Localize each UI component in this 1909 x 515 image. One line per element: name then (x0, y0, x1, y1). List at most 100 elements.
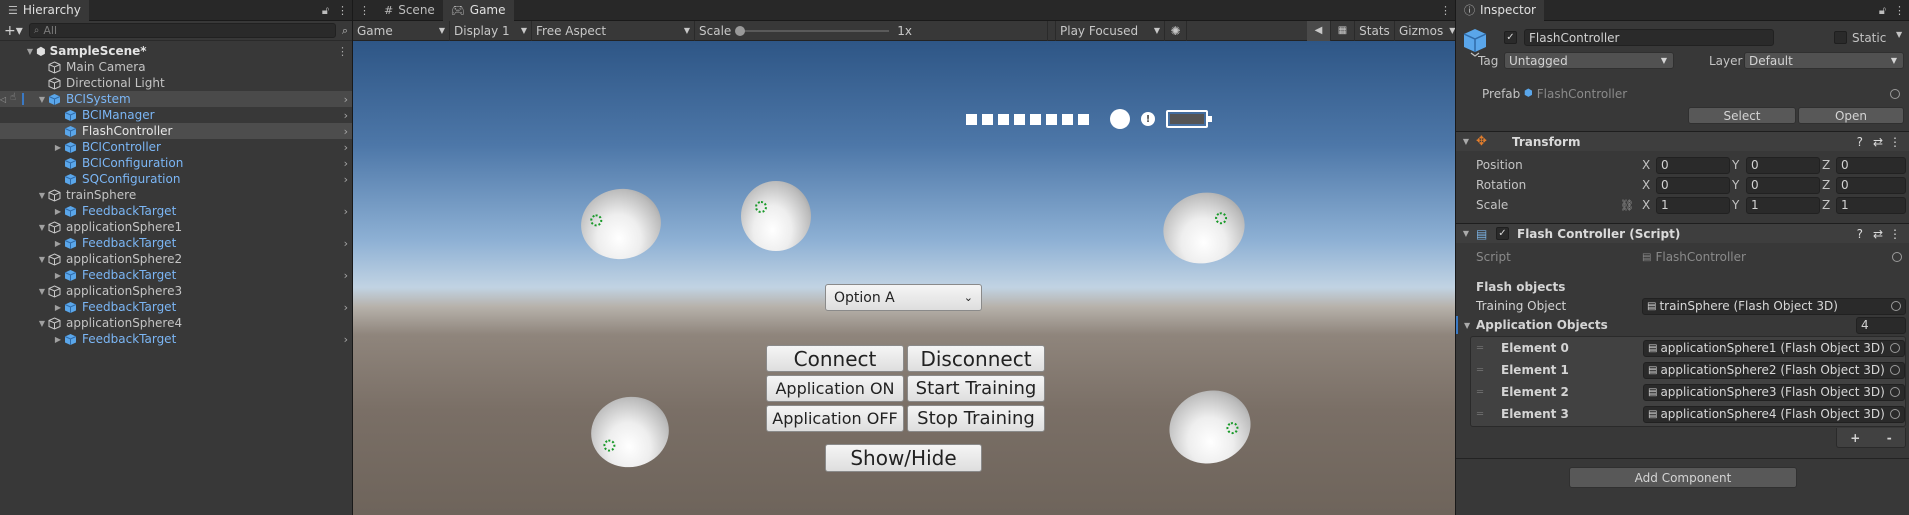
tab-scene[interactable]: # Scene (376, 0, 443, 21)
prefab-asset-field[interactable]: ⬢ FlashController (1524, 85, 1904, 102)
disconnect-button[interactable]: Disconnect (907, 345, 1045, 372)
chevron-right-icon[interactable]: › (344, 301, 348, 314)
chevron-right-icon[interactable]: › (344, 93, 348, 106)
game-viewport[interactable]: ! Option A ⌄ Connect Disconnect Applicat… (353, 41, 1455, 515)
element-object-field[interactable]: ▤ applicationSphere1 (Flash Object 3D) (1643, 339, 1905, 357)
element-object-field[interactable]: ▤ applicationSphere4 (Flash Object 3D) (1643, 405, 1905, 423)
add-create-icon[interactable]: +▾ (4, 23, 23, 39)
play-mode-dropdown[interactable]: Play Focused ▼ (1055, 20, 1165, 41)
kebab-menu-icon[interactable]: ⋮ (1889, 135, 1901, 149)
bug-button[interactable]: ✺ (1165, 20, 1187, 41)
display-dropdown[interactable]: Display 1 ▼ (450, 20, 532, 41)
connect-button[interactable]: Connect (766, 345, 904, 372)
application-on-button[interactable]: Application ON (766, 375, 904, 402)
lock-icon[interactable]: 🔓︎ (1879, 4, 1886, 18)
scale-slider[interactable] (735, 25, 890, 36)
list-item[interactable]: SQConfiguration › (0, 171, 352, 187)
audio-mute-button[interactable]: ◀︎ (1307, 20, 1331, 41)
expand-arrow-icon[interactable]: ▶ (52, 239, 64, 248)
expand-arrow-icon[interactable]: ▼ (24, 47, 36, 56)
pick-icon[interactable]: ☝ (10, 92, 16, 103)
chevron-down-icon[interactable]: ▼ (1896, 30, 1902, 39)
expand-arrow-icon[interactable]: ▼ (36, 255, 48, 264)
chevron-right-icon[interactable]: › (344, 269, 348, 282)
prefab-open-button[interactable]: Open (1798, 107, 1904, 124)
list-item[interactable]: Main Camera (0, 59, 352, 75)
list-item[interactable]: BCIManager › (0, 107, 352, 123)
list-item[interactable]: Directional Light (0, 75, 352, 91)
kebab-menu-icon[interactable]: ⋮ (1894, 4, 1905, 17)
expand-arrow-icon[interactable]: ▼ (1456, 137, 1476, 146)
drag-handle-icon[interactable]: ═ (1477, 409, 1483, 420)
list-item[interactable]: ═ Element 3 ▤ applicationSphere4 (Flash … (1471, 405, 1905, 423)
search-options-icon[interactable]: ⌕ (342, 24, 348, 38)
expand-arrow-icon[interactable]: ▶ (52, 335, 64, 344)
prefab-select-button[interactable]: Select (1688, 107, 1796, 124)
list-item[interactable]: ▶ FeedbackTarget › (0, 299, 352, 315)
list-item[interactable]: ▼ applicationSphere4 (0, 315, 352, 331)
kebab-menu-icon[interactable]: ⋮ (353, 4, 376, 17)
tab-game[interactable]: 🎮︎ Game (442, 0, 514, 21)
chevron-right-icon[interactable]: › (344, 157, 348, 170)
gizmos-dropdown[interactable]: Gizmos ▼ (1395, 21, 1455, 41)
list-item[interactable]: ▶ FeedbackTarget › (0, 235, 352, 251)
drag-handle-icon[interactable]: ═ (1477, 387, 1483, 398)
transform-header[interactable]: ▼ ✥ Transform ? ⇄ ⋮ (1456, 131, 1909, 151)
list-item-selected[interactable]: FlashController › (0, 123, 352, 139)
option-dropdown[interactable]: Option A ⌄ (825, 284, 982, 311)
application-objects-row[interactable]: ▼ Application Objects 4 (1456, 316, 1909, 334)
position-x-input[interactable]: 0 (1656, 156, 1730, 174)
chevron-right-icon[interactable]: › (344, 237, 348, 250)
script-field[interactable]: ▤ FlashController (1642, 249, 1906, 266)
position-z-input[interactable]: 0 (1836, 156, 1906, 174)
list-item[interactable]: ═ Element 2 ▤ applicationSphere3 (Flash … (1471, 383, 1905, 401)
list-item[interactable]: ▶ BCIController › (0, 139, 352, 155)
tab-hierarchy[interactable]: ☰ Hierarchy (0, 0, 89, 21)
expand-arrow-icon[interactable]: ▼ (1464, 321, 1470, 330)
object-picker-icon[interactable] (1890, 343, 1900, 353)
chevron-right-icon[interactable]: › (344, 173, 348, 186)
script-component-header[interactable]: ▼ ▤ ✓ Flash Controller (Script) ? ⇄ ⋮ (1456, 223, 1909, 243)
layer-dropdown[interactable]: Default ▼ (1744, 52, 1904, 69)
element-object-field[interactable]: ▤ applicationSphere2 (Flash Object 3D) (1643, 361, 1905, 379)
training-object-field[interactable]: ▤ trainSphere (Flash Object 3D) (1642, 297, 1906, 315)
preset-icon[interactable]: ⇄ (1873, 227, 1883, 241)
scale-z-input[interactable]: 1 (1836, 196, 1906, 214)
visibility-icon[interactable]: ◁ (0, 95, 6, 104)
expand-arrow-icon[interactable]: ▶ (52, 303, 64, 312)
scale-y-input[interactable]: 1 (1746, 196, 1820, 214)
list-item[interactable]: ▼ applicationSphere2 (0, 251, 352, 267)
kebab-menu-icon[interactable]: ⋮ (337, 4, 348, 17)
object-picker-icon[interactable] (1890, 88, 1900, 99)
expand-arrow-icon[interactable]: ▼ (36, 191, 48, 200)
chevron-right-icon[interactable]: › (344, 205, 348, 218)
drag-handle-icon[interactable]: ═ (1477, 365, 1483, 376)
list-item[interactable]: ◁ ☝ ▼ BCISystem › (0, 91, 352, 107)
object-picker-icon[interactable] (1890, 365, 1900, 375)
component-enabled-checkbox[interactable]: ✓ (1496, 227, 1509, 240)
list-item[interactable]: BCIConfiguration › (0, 155, 352, 171)
expand-arrow-icon[interactable]: ▼ (36, 223, 48, 232)
slider-handle[interactable] (735, 25, 746, 36)
chevron-right-icon[interactable]: › (344, 109, 348, 122)
object-picker-icon[interactable] (1892, 252, 1902, 262)
view-mode-dropdown[interactable]: Game ▼ (353, 20, 450, 41)
scale-x-input[interactable]: 1 (1656, 196, 1730, 214)
kebab-menu-icon[interactable]: ⋮ (337, 45, 348, 58)
application-off-button[interactable]: Application OFF (766, 405, 904, 432)
chevron-right-icon[interactable]: › (344, 333, 348, 346)
active-checkbox[interactable]: ✓ (1504, 31, 1517, 44)
keyboard-button[interactable]: ▦ (1331, 20, 1355, 41)
list-item[interactable]: ▼ trainSphere (0, 187, 352, 203)
scene-row[interactable]: ▼ ⬢ SampleScene* ⋮ (0, 43, 352, 59)
start-training-button[interactable]: Start Training (907, 375, 1045, 402)
add-element-button[interactable]: + (1850, 431, 1860, 445)
remove-element-button[interactable]: - (1887, 431, 1892, 445)
list-item[interactable]: ▼ applicationSphere1 (0, 219, 352, 235)
element-object-field[interactable]: ▤ applicationSphere3 (Flash Object 3D) (1643, 383, 1905, 401)
expand-arrow-icon[interactable]: ▶ (52, 207, 64, 216)
lock-icon[interactable]: 🔓︎ (322, 4, 329, 18)
expand-arrow-icon[interactable]: ▼ (36, 319, 48, 328)
expand-arrow-icon[interactable]: ▶ (52, 271, 64, 280)
list-item[interactable]: ▶ FeedbackTarget › (0, 331, 352, 347)
